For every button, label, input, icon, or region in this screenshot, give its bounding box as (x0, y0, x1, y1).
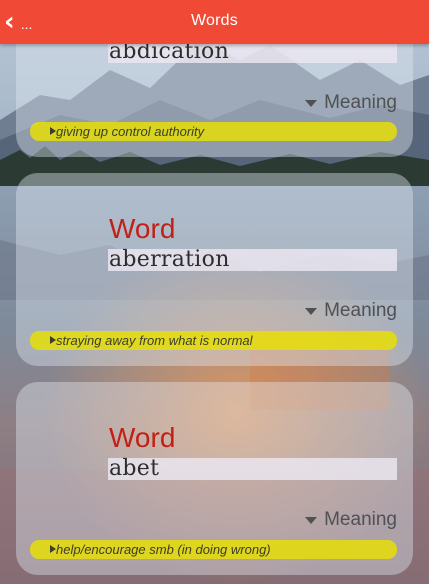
word-value: abdication (108, 41, 397, 63)
meaning-toggle-label: Meaning (324, 509, 397, 530)
app-bar: ‹ ... Words (0, 0, 429, 44)
word-label: Word (109, 422, 176, 453)
word-value: aberration (108, 249, 397, 271)
meaning-bar[interactable]: help/encourage smb (in doing wrong) (30, 540, 397, 559)
meaning-text: giving up control authority (56, 124, 205, 139)
meaning-toggle-button[interactable]: Meaning (305, 509, 397, 531)
meaning-toggle-label: Meaning (324, 92, 397, 113)
word-label: Word (109, 213, 176, 244)
meaning-toggle-label: Meaning (324, 300, 397, 321)
page-title: Words (191, 12, 238, 29)
word-card: Word abet Meaning help/encourage smb (in… (16, 382, 413, 575)
meaning-bar[interactable]: giving up control authority (30, 122, 397, 141)
word-value: abet (108, 458, 397, 480)
meaning-text: straying away from what is normal (56, 333, 253, 348)
meaning-text: help/encourage smb (in doing wrong) (56, 542, 271, 557)
triangle-down-icon (305, 516, 318, 524)
word-card: Word aberration Meaning straying away fr… (16, 173, 413, 366)
meaning-bar[interactable]: straying away from what is normal (30, 331, 397, 350)
triangle-right-icon (50, 545, 56, 553)
meaning-toggle-button[interactable]: Meaning (305, 300, 397, 322)
triangle-right-icon (50, 336, 56, 344)
meaning-toggle-button[interactable]: Meaning (305, 92, 397, 114)
triangle-down-icon (305, 99, 318, 107)
triangle-right-icon (50, 127, 56, 135)
triangle-down-icon (305, 307, 318, 315)
